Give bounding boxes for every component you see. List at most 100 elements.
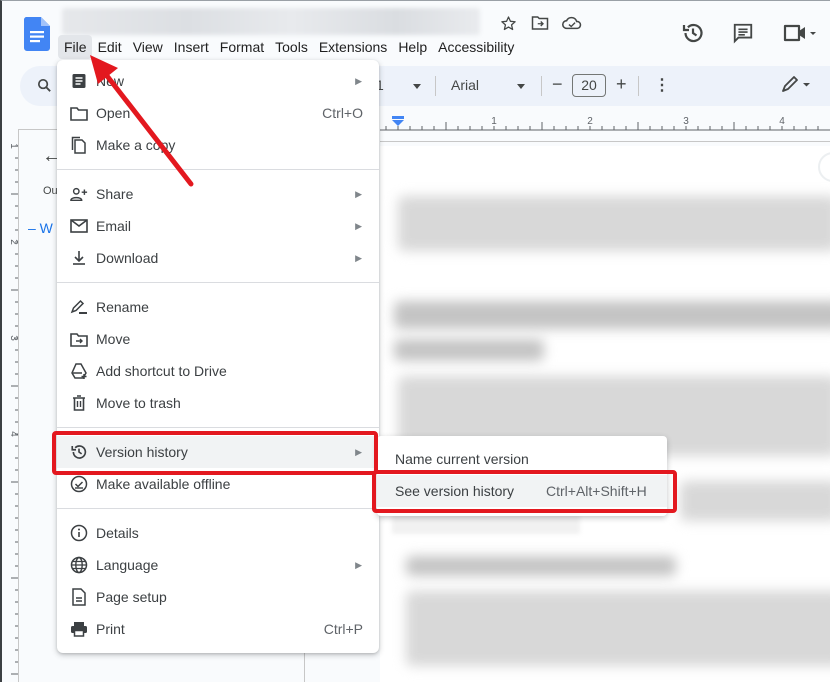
menu-item-move[interactable]: Move — [57, 323, 379, 355]
menu-item-rename[interactable]: Rename — [57, 291, 379, 323]
menu-item-shortcut: Ctrl+Alt+Shift+H — [546, 483, 647, 499]
drive-shortcut-icon — [70, 362, 88, 380]
menu-file[interactable]: File — [58, 35, 92, 59]
menu-item-label: Page setup — [96, 589, 167, 605]
indent-marker — [392, 116, 404, 126]
menu-separator — [57, 508, 379, 509]
menu-item-label: Language — [96, 557, 159, 573]
menu-item-shortcut: Ctrl+P — [323, 621, 363, 637]
menu-item-label: Details — [96, 525, 139, 541]
menu-separator — [57, 282, 379, 283]
menu-item-label: New — [96, 73, 125, 89]
page-setup-icon — [70, 588, 88, 606]
menu-tools[interactable]: Tools — [269, 35, 313, 59]
meet-icon[interactable] — [780, 20, 820, 46]
cloud-saved-icon[interactable] — [562, 13, 582, 33]
ruler-label: 2 — [587, 116, 593, 127]
menu-item-label: Move — [96, 331, 131, 347]
decrease-font-size-button[interactable]: − — [552, 74, 563, 95]
menu-edit[interactable]: Edit — [92, 35, 127, 59]
menu-item-label: See version history — [395, 483, 515, 499]
menu-item-label: Version history — [96, 444, 188, 460]
download-icon — [70, 249, 88, 267]
copy-icon — [70, 136, 88, 154]
document-title[interactable] — [62, 8, 480, 35]
menu-item-move-to-trash[interactable]: Move to trash — [57, 387, 379, 419]
menu-item-label: Print — [96, 621, 125, 637]
menu-item-email[interactable]: Email ▶ — [57, 210, 379, 242]
trash-icon — [70, 394, 88, 412]
star-icon[interactable] — [498, 13, 518, 33]
name-current-version-item[interactable]: Name current version — [377, 443, 667, 475]
increase-font-size-button[interactable]: + — [616, 74, 627, 95]
see-version-history-item[interactable]: See version history Ctrl+Alt+Shift+H — [377, 475, 667, 507]
menu-extensions[interactable]: Extensions — [313, 35, 392, 59]
menu-view[interactable]: View — [127, 35, 168, 59]
ruler-label: 1 — [491, 116, 497, 127]
version-history-submenu: Name current version See version history… — [377, 436, 667, 516]
more-options-button[interactable]: ⋮ — [654, 75, 670, 95]
menu-item-share[interactable]: Share ▶ — [57, 178, 379, 210]
comments-icon[interactable] — [730, 20, 756, 46]
menu-item-label: Download — [96, 250, 159, 266]
menu-separator — [57, 169, 379, 170]
submenu-arrow-icon: ▶ — [355, 220, 362, 231]
font-size-input[interactable]: 20 — [572, 74, 606, 97]
menu-item-new[interactable]: New ▶ — [57, 65, 379, 97]
rename-icon — [70, 298, 88, 316]
folder-icon — [70, 104, 88, 122]
menu-accessibility[interactable]: Accessibility — [432, 35, 519, 59]
share-person-icon — [70, 185, 88, 203]
offline-icon — [70, 475, 88, 493]
menu-item-language[interactable]: Language ▶ — [57, 549, 379, 581]
document-page[interactable] — [380, 146, 830, 682]
menu-item-details[interactable]: Details — [57, 517, 379, 549]
menu-item-make-available-offline[interactable]: Make available offline — [57, 468, 379, 500]
menu-item-label: Add shortcut to Drive — [96, 363, 227, 379]
menu-item-version-history[interactable]: Version history ▶ — [57, 436, 379, 468]
outline-heading-item[interactable]: – W — [28, 220, 53, 236]
submenu-arrow-icon: ▶ — [355, 446, 362, 457]
menu-item-print[interactable]: Print Ctrl+P — [57, 613, 379, 645]
blurred-heading — [394, 301, 830, 329]
editing-mode-icon[interactable] — [780, 76, 810, 97]
menu-item-make-a-copy[interactable]: Make a copy — [57, 129, 379, 161]
menu-item-label: Rename — [96, 299, 149, 315]
zoom-dropdown-icon[interactable] — [412, 78, 422, 94]
blurred-heading — [394, 339, 544, 361]
menu-insert[interactable]: Insert — [168, 35, 214, 59]
menu-item-download[interactable]: Download ▶ — [57, 242, 379, 274]
menu-item-label: Share — [96, 186, 134, 202]
print-icon — [70, 620, 88, 638]
search-menus-icon[interactable] — [36, 77, 53, 99]
font-dropdown-icon[interactable] — [516, 78, 526, 94]
outline-label: Ou — [43, 185, 58, 197]
move-to-folder-icon[interactable] — [530, 13, 550, 33]
menu-format[interactable]: Format — [214, 35, 269, 59]
blurred-paragraph — [398, 196, 830, 251]
google-docs-logo-icon[interactable] — [24, 17, 50, 51]
toolbar-divider — [541, 76, 542, 96]
submenu-arrow-icon: ▶ — [355, 559, 362, 570]
email-icon — [70, 217, 88, 235]
menu-help[interactable]: Help — [392, 35, 432, 59]
blurred-paragraph — [406, 591, 830, 666]
move-folder-icon — [70, 330, 88, 348]
version-history-icon[interactable] — [680, 20, 706, 46]
font-family-select[interactable]: Arial — [451, 77, 479, 93]
file-menu: New ▶ Open Ctrl+O Make a copy Share ▶ Email ▶ Dow… — [57, 60, 379, 653]
ruler-label: 4 — [779, 116, 785, 127]
ruler-label: 3 — [683, 116, 689, 127]
info-icon — [70, 524, 88, 542]
menu-item-add-shortcut-to-drive[interactable]: Add shortcut to Drive — [57, 355, 379, 387]
menu-item-label: Make available offline — [96, 476, 231, 492]
menu-item-label: Make a copy — [96, 137, 176, 153]
menu-item-label: Move to trash — [96, 395, 181, 411]
horizontal-ruler[interactable]: 1 2 3 4 — [380, 106, 830, 142]
submenu-arrow-icon: ▶ — [355, 75, 362, 86]
blurred-paragraph — [680, 481, 830, 521]
menu-separator — [57, 427, 379, 428]
toolbar-divider — [435, 76, 436, 96]
menu-item-page-setup[interactable]: Page setup — [57, 581, 379, 613]
menu-item-open[interactable]: Open Ctrl+O — [57, 97, 379, 129]
